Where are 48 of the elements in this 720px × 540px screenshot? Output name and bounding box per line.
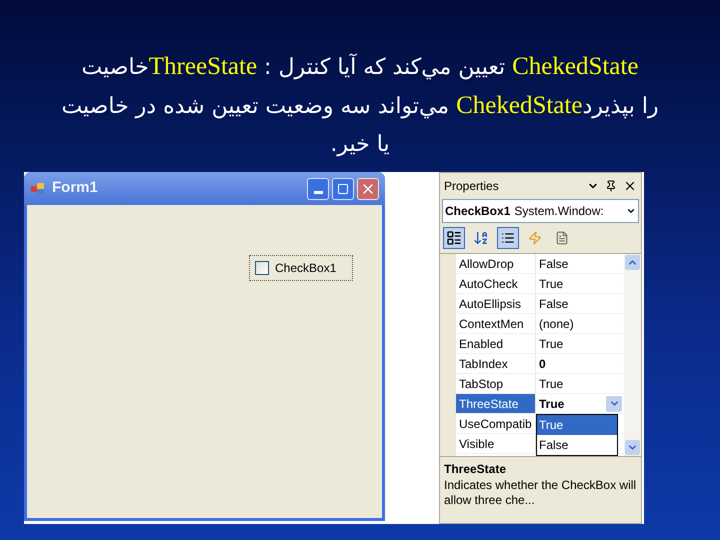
- object-type: System.Window:: [514, 203, 604, 220]
- minimize-icon: [314, 191, 322, 194]
- scrollbar[interactable]: [624, 254, 641, 456]
- description-text: Indicates whether the CheckBox will allow three che...: [444, 478, 637, 508]
- property-name[interactable]: ContextMen: [456, 314, 536, 333]
- categorized-button[interactable]: [443, 227, 465, 249]
- checkbox-label: CheckBox1: [275, 260, 336, 277]
- categorized-icon: [446, 230, 462, 246]
- scroll-up-icon[interactable]: [625, 255, 640, 270]
- caret-icon: [626, 206, 636, 216]
- property-name[interactable]: TabStop: [456, 374, 536, 393]
- property-name[interactable]: TabIndex: [456, 354, 536, 373]
- property-value[interactable]: True: [536, 274, 624, 293]
- maximize-icon: [337, 182, 349, 194]
- close-button[interactable]: [357, 178, 379, 200]
- document-icon: [555, 231, 569, 245]
- scroll-down-icon[interactable]: [625, 440, 640, 455]
- object-selector[interactable]: CheckBox1 System.Window:: [442, 199, 639, 223]
- property-value[interactable]: 0: [536, 354, 624, 373]
- app-icon: [30, 180, 46, 196]
- description-title: ThreeState: [444, 461, 508, 478]
- minimize-button[interactable]: [307, 178, 329, 200]
- panel-title: Properties: [444, 178, 499, 195]
- maximize-button[interactable]: [332, 178, 354, 200]
- property-name[interactable]: AllowDrop: [456, 254, 536, 273]
- property-value[interactable]: True: [536, 374, 624, 393]
- heading-line: .يا خير: [330, 131, 390, 159]
- dropdown-option[interactable]: False: [537, 435, 617, 455]
- list-icon: [501, 231, 515, 245]
- sort-az-icon: [473, 230, 489, 246]
- property-value[interactable]: (none): [536, 314, 624, 333]
- property-name[interactable]: AutoCheck: [456, 274, 536, 293]
- property-name[interactable]: AutoEllipsis: [456, 294, 536, 313]
- checkbox-control[interactable]: CheckBox1: [249, 255, 353, 281]
- property-name[interactable]: ThreeState: [456, 394, 536, 413]
- property-value[interactable]: True: [536, 334, 624, 353]
- property-value[interactable]: True: [536, 394, 624, 413]
- close-icon[interactable]: [623, 179, 637, 193]
- lightning-icon: [528, 231, 542, 245]
- checkbox[interactable]: [255, 261, 269, 275]
- properties-button[interactable]: [497, 227, 519, 249]
- pin-icon[interactable]: [605, 180, 617, 192]
- object-name: CheckBox1: [445, 203, 510, 220]
- property-value[interactable]: False: [536, 294, 624, 313]
- dropdown-option[interactable]: True: [537, 415, 617, 435]
- property-value[interactable]: False: [536, 254, 624, 273]
- window-title: Form1: [52, 178, 98, 198]
- property-name[interactable]: Enabled: [456, 334, 536, 353]
